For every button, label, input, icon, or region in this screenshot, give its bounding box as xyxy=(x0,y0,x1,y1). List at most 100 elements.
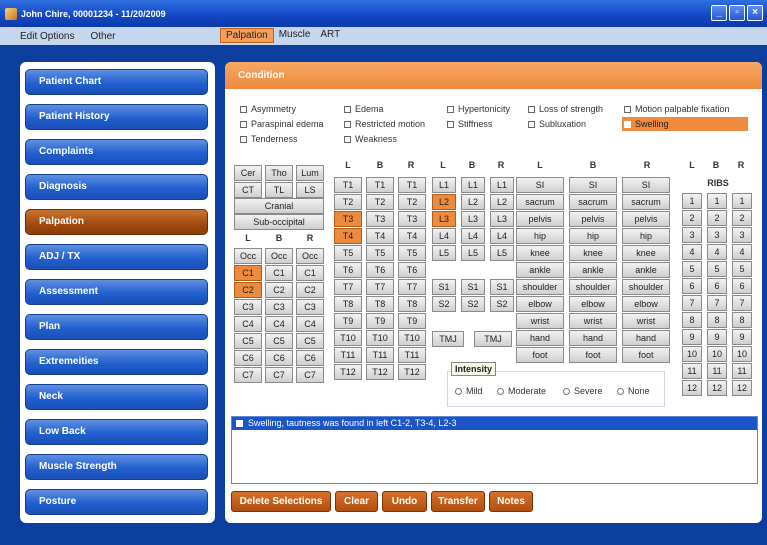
vertebra-c7-left-button[interactable]: C7 xyxy=(234,367,262,383)
vertebra-t12-both-button[interactable]: T12 xyxy=(366,364,394,380)
sidebar-item-palpation[interactable]: Palpation xyxy=(25,209,208,235)
vertebra-t7-right-button[interactable]: T7 xyxy=(398,279,426,295)
vertebra-c1-both-button[interactable]: C1 xyxy=(265,265,293,281)
rib-8-left-button[interactable]: 8 xyxy=(682,312,702,328)
vertebra-l2-both-button[interactable]: L2 xyxy=(461,194,485,210)
rib-4-both-button[interactable]: 4 xyxy=(707,244,727,260)
vertebra-c2-left-button[interactable]: C2 xyxy=(234,282,262,298)
intensity-moderate-radio[interactable]: Moderate xyxy=(497,386,546,396)
vertebra-c4-right-button[interactable]: C4 xyxy=(296,316,324,332)
rib-7-left-button[interactable]: 7 xyxy=(682,295,702,311)
tab-palpation[interactable]: Palpation xyxy=(220,28,274,43)
vertebra-l1-right-button[interactable]: L1 xyxy=(490,177,514,193)
extremity-hip-left-button[interactable]: hip xyxy=(516,228,564,244)
vertebra-c7-both-button[interactable]: C7 xyxy=(265,367,293,383)
rib-5-left-button[interactable]: 5 xyxy=(682,261,702,277)
rib-9-left-button[interactable]: 9 xyxy=(682,329,702,345)
sidebar-item-low-back[interactable]: Low Back xyxy=(25,419,208,445)
vertebra-l5-both-button[interactable]: L5 xyxy=(461,245,485,261)
findings-row[interactable]: Swelling, tautness was found in left C1-… xyxy=(232,417,757,430)
sidebar-item-muscle-strength[interactable]: Muscle Strength xyxy=(25,454,208,480)
rib-11-both-button[interactable]: 11 xyxy=(707,363,727,379)
rib-2-right-button[interactable]: 2 xyxy=(732,210,752,226)
vertebra-c1-right-button[interactable]: C1 xyxy=(296,265,324,281)
vertebra-t4-right-button[interactable]: T4 xyxy=(398,228,426,244)
vertebra-t4-both-button[interactable]: T4 xyxy=(366,228,394,244)
extremity-shoulder-both-button[interactable]: shoulder xyxy=(569,279,617,295)
extremity-wrist-right-button[interactable]: wrist xyxy=(622,313,670,329)
extremity-knee-right-button[interactable]: knee xyxy=(622,245,670,261)
sidebar-item-neck[interactable]: Neck xyxy=(25,384,208,410)
extremity-shoulder-left-button[interactable]: shoulder xyxy=(516,279,564,295)
extremity-si-left-button[interactable]: SI xyxy=(516,177,564,193)
rib-8-both-button[interactable]: 8 xyxy=(707,312,727,328)
vertebra-t5-left-button[interactable]: T5 xyxy=(334,245,362,261)
vertebra-t5-right-button[interactable]: T5 xyxy=(398,245,426,261)
extremity-hip-both-button[interactable]: hip xyxy=(569,228,617,244)
vertebra-t3-both-button[interactable]: T3 xyxy=(366,211,394,227)
rib-3-both-button[interactable]: 3 xyxy=(707,227,727,243)
sidebar-item-patient-chart[interactable]: Patient Chart xyxy=(25,69,208,95)
rib-7-right-button[interactable]: 7 xyxy=(732,295,752,311)
rib-1-both-button[interactable]: 1 xyxy=(707,193,727,209)
vertebra-t2-left-button[interactable]: T2 xyxy=(334,194,362,210)
vertebra-t10-left-button[interactable]: T10 xyxy=(334,330,362,346)
sidebar-item-diagnosis[interactable]: Diagnosis xyxy=(25,174,208,200)
rib-12-left-button[interactable]: 12 xyxy=(682,380,702,396)
cranial-button[interactable]: Cranial xyxy=(234,198,324,214)
vertebra-c5-both-button[interactable]: C5 xyxy=(265,333,293,349)
vertebra-t8-left-button[interactable]: T8 xyxy=(334,296,362,312)
tmj-left-button[interactable]: TMJ xyxy=(432,331,464,347)
vertebra-l4-left-button[interactable]: L4 xyxy=(432,228,456,244)
region-ls-button[interactable]: LS xyxy=(296,182,324,198)
close-icon[interactable]: × xyxy=(747,5,763,21)
rib-1-right-button[interactable]: 1 xyxy=(732,193,752,209)
vertebra-t6-right-button[interactable]: T6 xyxy=(398,262,426,278)
vertebra-t10-right-button[interactable]: T10 xyxy=(398,330,426,346)
extremity-sacrum-both-button[interactable]: sacrum xyxy=(569,194,617,210)
vertebra-t11-right-button[interactable]: T11 xyxy=(398,347,426,363)
sidebar-item-posture[interactable]: Posture xyxy=(25,489,208,515)
extremity-foot-both-button[interactable]: foot xyxy=(569,347,617,363)
minimize-icon[interactable]: _ xyxy=(711,5,727,21)
vertebra-c4-left-button[interactable]: C4 xyxy=(234,316,262,332)
extremity-pelvis-right-button[interactable]: pelvis xyxy=(622,211,670,227)
sidebar-item-assessment[interactable]: Assessment xyxy=(25,279,208,305)
condition-restricted-motion[interactable]: Restricted motion xyxy=(344,119,425,129)
vertebra-t9-right-button[interactable]: T9 xyxy=(398,313,426,329)
extremity-hip-right-button[interactable]: hip xyxy=(622,228,670,244)
vertebra-c1-left-button[interactable]: C1 xyxy=(234,265,262,281)
region-ct-button[interactable]: CT xyxy=(234,182,262,198)
rib-5-right-button[interactable]: 5 xyxy=(732,261,752,277)
tmj-right-button[interactable]: TMJ xyxy=(474,331,512,347)
rib-2-left-button[interactable]: 2 xyxy=(682,210,702,226)
maximize-icon[interactable]: ▫ xyxy=(729,5,745,21)
vertebra-l1-both-button[interactable]: L1 xyxy=(461,177,485,193)
extremity-foot-right-button[interactable]: foot xyxy=(622,347,670,363)
region-cer-button[interactable]: Cer xyxy=(234,165,262,181)
rib-10-both-button[interactable]: 10 xyxy=(707,346,727,362)
vertebra-s2-right-button[interactable]: S2 xyxy=(490,296,514,312)
vertebra-t11-both-button[interactable]: T11 xyxy=(366,347,394,363)
vertebra-t2-right-button[interactable]: T2 xyxy=(398,194,426,210)
sidebar-item-patient-history[interactable]: Patient History xyxy=(25,104,208,130)
notes-button[interactable]: Notes xyxy=(489,491,533,512)
vertebra-c3-both-button[interactable]: C3 xyxy=(265,299,293,315)
region-lum-button[interactable]: Lum xyxy=(296,165,324,181)
vertebra-t8-both-button[interactable]: T8 xyxy=(366,296,394,312)
transfer-button[interactable]: Transfer xyxy=(431,491,485,512)
vertebra-l2-right-button[interactable]: L2 xyxy=(490,194,514,210)
rib-11-left-button[interactable]: 11 xyxy=(682,363,702,379)
rib-12-right-button[interactable]: 12 xyxy=(732,380,752,396)
rib-7-both-button[interactable]: 7 xyxy=(707,295,727,311)
tab-muscle[interactable]: Muscle xyxy=(274,28,316,43)
rib-4-right-button[interactable]: 4 xyxy=(732,244,752,260)
vertebra-t3-right-button[interactable]: T3 xyxy=(398,211,426,227)
rib-10-right-button[interactable]: 10 xyxy=(732,346,752,362)
rib-5-both-button[interactable]: 5 xyxy=(707,261,727,277)
condition-paraspinal-edema[interactable]: Paraspinal edema xyxy=(240,119,324,129)
extremity-ankle-right-button[interactable]: ankle xyxy=(622,262,670,278)
vertebra-l4-both-button[interactable]: L4 xyxy=(461,228,485,244)
vertebra-l3-left-button[interactable]: L3 xyxy=(432,211,456,227)
rib-8-right-button[interactable]: 8 xyxy=(732,312,752,328)
